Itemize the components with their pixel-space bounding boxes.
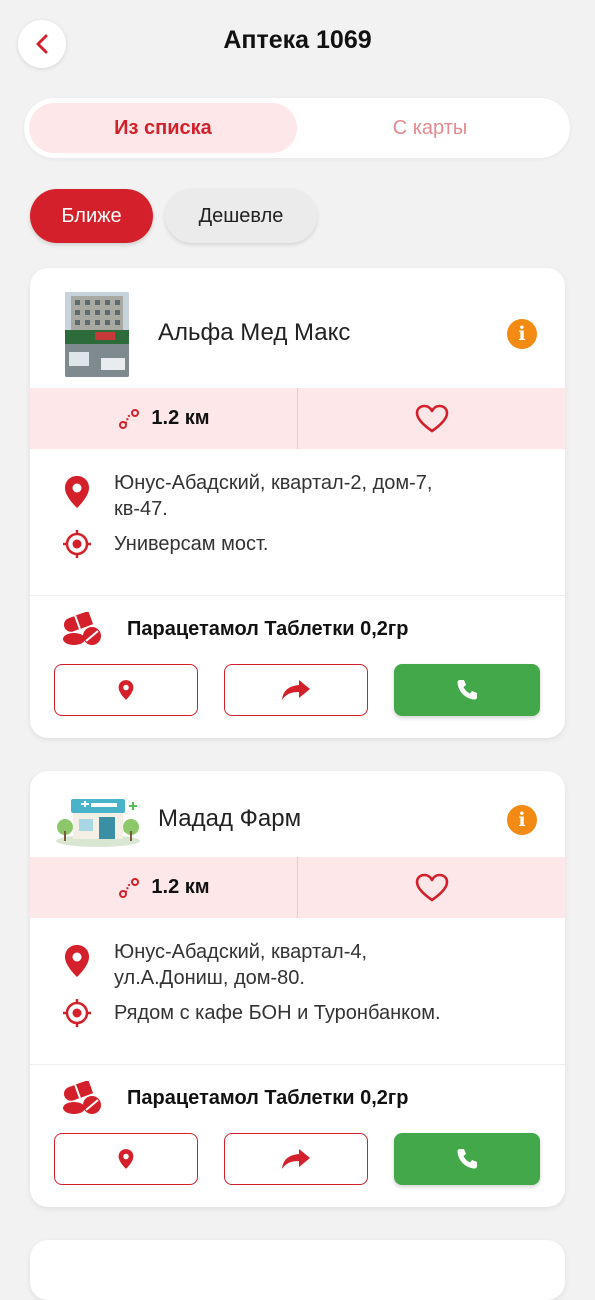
address-block: Юнус-Абадский, квартал-2, дом-7, кв-47. … [30,449,565,596]
info-icon[interactable]: i [507,319,537,349]
address-line: кв-47. [114,498,168,520]
address-line: ул.А.Дониш, дом-80. [114,967,305,989]
call-button[interactable] [394,1133,540,1185]
distance-cell: 1.2 км [30,857,298,918]
route-icon [119,408,140,429]
card-header: Альфа Мед Макс i [30,268,565,388]
tab-from-map[interactable]: С карты [296,103,564,153]
favorite-button[interactable] [298,857,565,918]
action-row [30,1131,565,1207]
distance-favorite-row: 1.2 км [30,388,565,449]
location-pin-icon [118,680,134,700]
pharmacy-card: Альфа Мед Макс i 1.2 км Юнус-Абадский, к… [30,268,565,738]
sort-nearest-button[interactable]: Ближе [30,189,153,243]
location-pin-icon [65,476,89,508]
heart-icon [415,404,448,432]
pills-icon [63,1081,101,1114]
distance-value: 1.2 км [151,407,210,429]
pharmacy-name: Мадад Фарм [158,805,302,832]
pharmacy-name: Альфа Мед Макс [158,319,351,346]
landmark-text: Универсам мост. [114,533,269,555]
share-route-button[interactable] [224,1133,368,1185]
drug-name: Парацетамол Таблетки 0,2гр [127,618,409,640]
landmark-text: Рядом с кафе БОН и Туронбанком. [114,1002,441,1024]
landmark-target-icon [63,530,91,558]
tab-from-list[interactable]: Из списка [29,103,297,153]
page-title: Аптека 1069 [223,26,372,54]
distance-favorite-row: 1.2 км [30,857,565,918]
distance-value: 1.2 км [151,876,210,898]
show-on-map-button[interactable] [54,664,198,716]
address-line: Юнус-Абадский, квартал-2, дом-7, [114,472,433,494]
address-block: Юнус-Абадский, квартал-4, ул.А.Дониш, до… [30,918,565,1065]
pharmacy-photo [65,292,129,377]
distance-cell: 1.2 км [30,388,298,449]
heart-icon [415,873,448,901]
phone-icon [457,1149,477,1169]
pharmacy-card-partial [30,1240,565,1300]
drug-row: Парацетамол Таблетки 0,2гр [30,596,565,662]
landmark-target-icon [63,999,91,1027]
pharmacy-card: Мадад Фарм i 1.2 км Юнус-Абадский, кварт… [30,771,565,1207]
info-icon[interactable]: i [507,805,537,835]
action-row [30,662,565,738]
favorite-button[interactable] [298,388,565,449]
view-segmented-control: Из списка С карты [24,98,570,158]
phone-icon [457,680,477,700]
card-header: Мадад Фарм i [30,771,565,857]
drug-name: Парацетамол Таблетки 0,2гр [127,1087,409,1109]
location-pin-icon [118,1149,134,1169]
header: Аптека 1069 [0,0,595,88]
pills-icon [63,612,101,645]
drug-row: Парацетамол Таблетки 0,2гр [30,1065,565,1131]
location-pin-icon [65,945,89,977]
route-icon [119,877,140,898]
show-on-map-button[interactable] [54,1133,198,1185]
call-button[interactable] [394,664,540,716]
share-arrow-icon [282,1149,310,1169]
pharmacy-illustration [55,791,141,847]
address-line: Юнус-Абадский, квартал-4, [114,941,368,963]
share-arrow-icon [282,680,310,700]
share-route-button[interactable] [224,664,368,716]
sort-cheapest-button[interactable]: Дешевле [165,189,317,243]
